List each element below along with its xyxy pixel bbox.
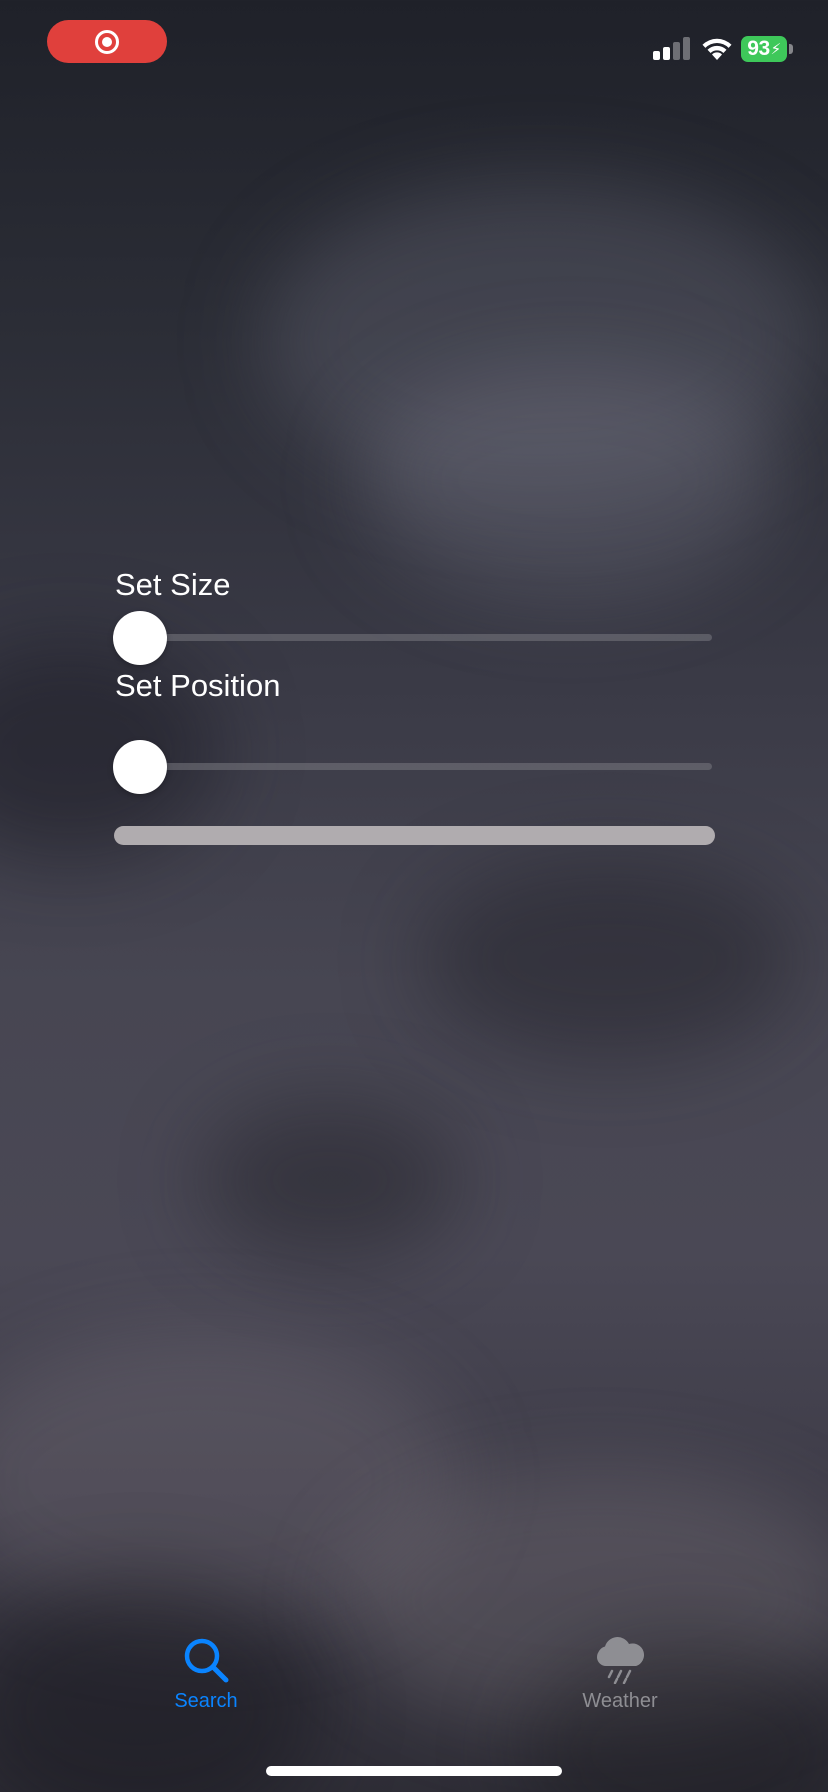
size-slider-track xyxy=(114,634,712,641)
magnifying-glass-icon xyxy=(184,1638,229,1683)
cloud-rain-icon xyxy=(597,1637,645,1684)
tab-search-label: Search xyxy=(174,1690,238,1712)
cellular-signal-icon xyxy=(653,36,690,60)
position-slider[interactable] xyxy=(113,740,712,794)
position-slider-track xyxy=(114,763,712,770)
size-slider[interactable] xyxy=(113,611,712,665)
screen-recording-indicator[interactable] xyxy=(47,20,167,63)
tab-search[interactable]: Search xyxy=(136,1636,276,1713)
set-position-label: Set Position xyxy=(115,668,281,703)
wifi-icon xyxy=(702,38,732,60)
battery-level: 93 xyxy=(747,37,770,60)
tab-weather-label: Weather xyxy=(582,1690,658,1712)
size-slider-thumb[interactable] xyxy=(113,611,167,665)
screen-recording-icon xyxy=(95,29,119,54)
preview-bar xyxy=(114,826,715,845)
position-slider-thumb[interactable] xyxy=(113,740,167,794)
home-indicator[interactable] xyxy=(266,1766,562,1776)
tab-weather[interactable]: Weather xyxy=(550,1636,690,1713)
charging-bolt-icon: ⚡ xyxy=(770,41,782,58)
set-size-label: Set Size xyxy=(115,567,231,602)
cloudy-sky-background xyxy=(0,0,828,1792)
battery-indicator: 93 ⚡ xyxy=(741,36,787,62)
battery-cap xyxy=(789,44,793,54)
